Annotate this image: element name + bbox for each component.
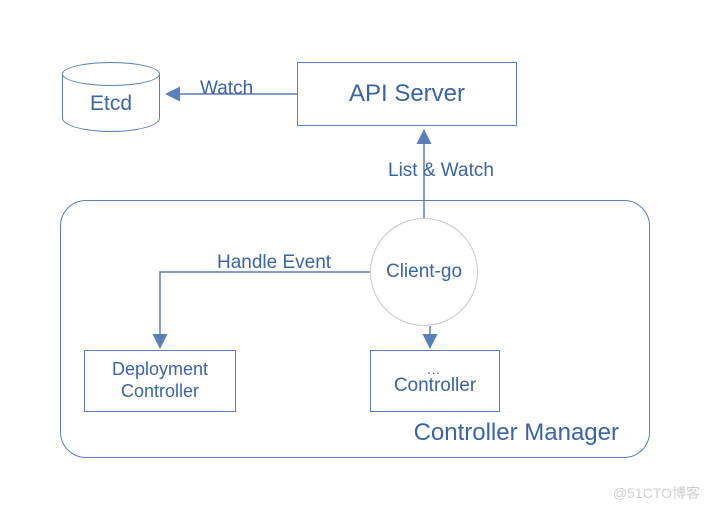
etcd-node: Etcd: [62, 62, 160, 138]
other-controller-label: Controller: [394, 375, 476, 398]
controller-manager-label: Controller Manager: [414, 419, 619, 447]
edge-label-watch: Watch: [200, 78, 253, 100]
watermark-text: @51CTO博客: [613, 483, 700, 503]
diagram-canvas: Etcd API Server Controller Manager Clien…: [0, 0, 710, 509]
etcd-label: Etcd: [62, 92, 160, 116]
client-go-label: Client-go: [386, 261, 462, 283]
edge-label-handle-event: Handle Event: [217, 252, 331, 274]
controller-manager-container: Controller Manager: [60, 200, 650, 458]
other-controller-inner: … Controller: [394, 364, 476, 398]
ellipsis-icon: …: [394, 364, 476, 375]
cylinder-top: [62, 62, 160, 86]
client-go-node: Client-go: [370, 218, 478, 326]
api-server-node: API Server: [297, 62, 517, 126]
deployment-controller-node: Deployment Controller: [84, 350, 236, 412]
other-controller-node: … Controller: [370, 350, 500, 412]
api-server-label: API Server: [349, 80, 465, 109]
edge-label-list-watch: List & Watch: [388, 160, 494, 182]
deployment-controller-label: Deployment Controller: [112, 359, 208, 402]
